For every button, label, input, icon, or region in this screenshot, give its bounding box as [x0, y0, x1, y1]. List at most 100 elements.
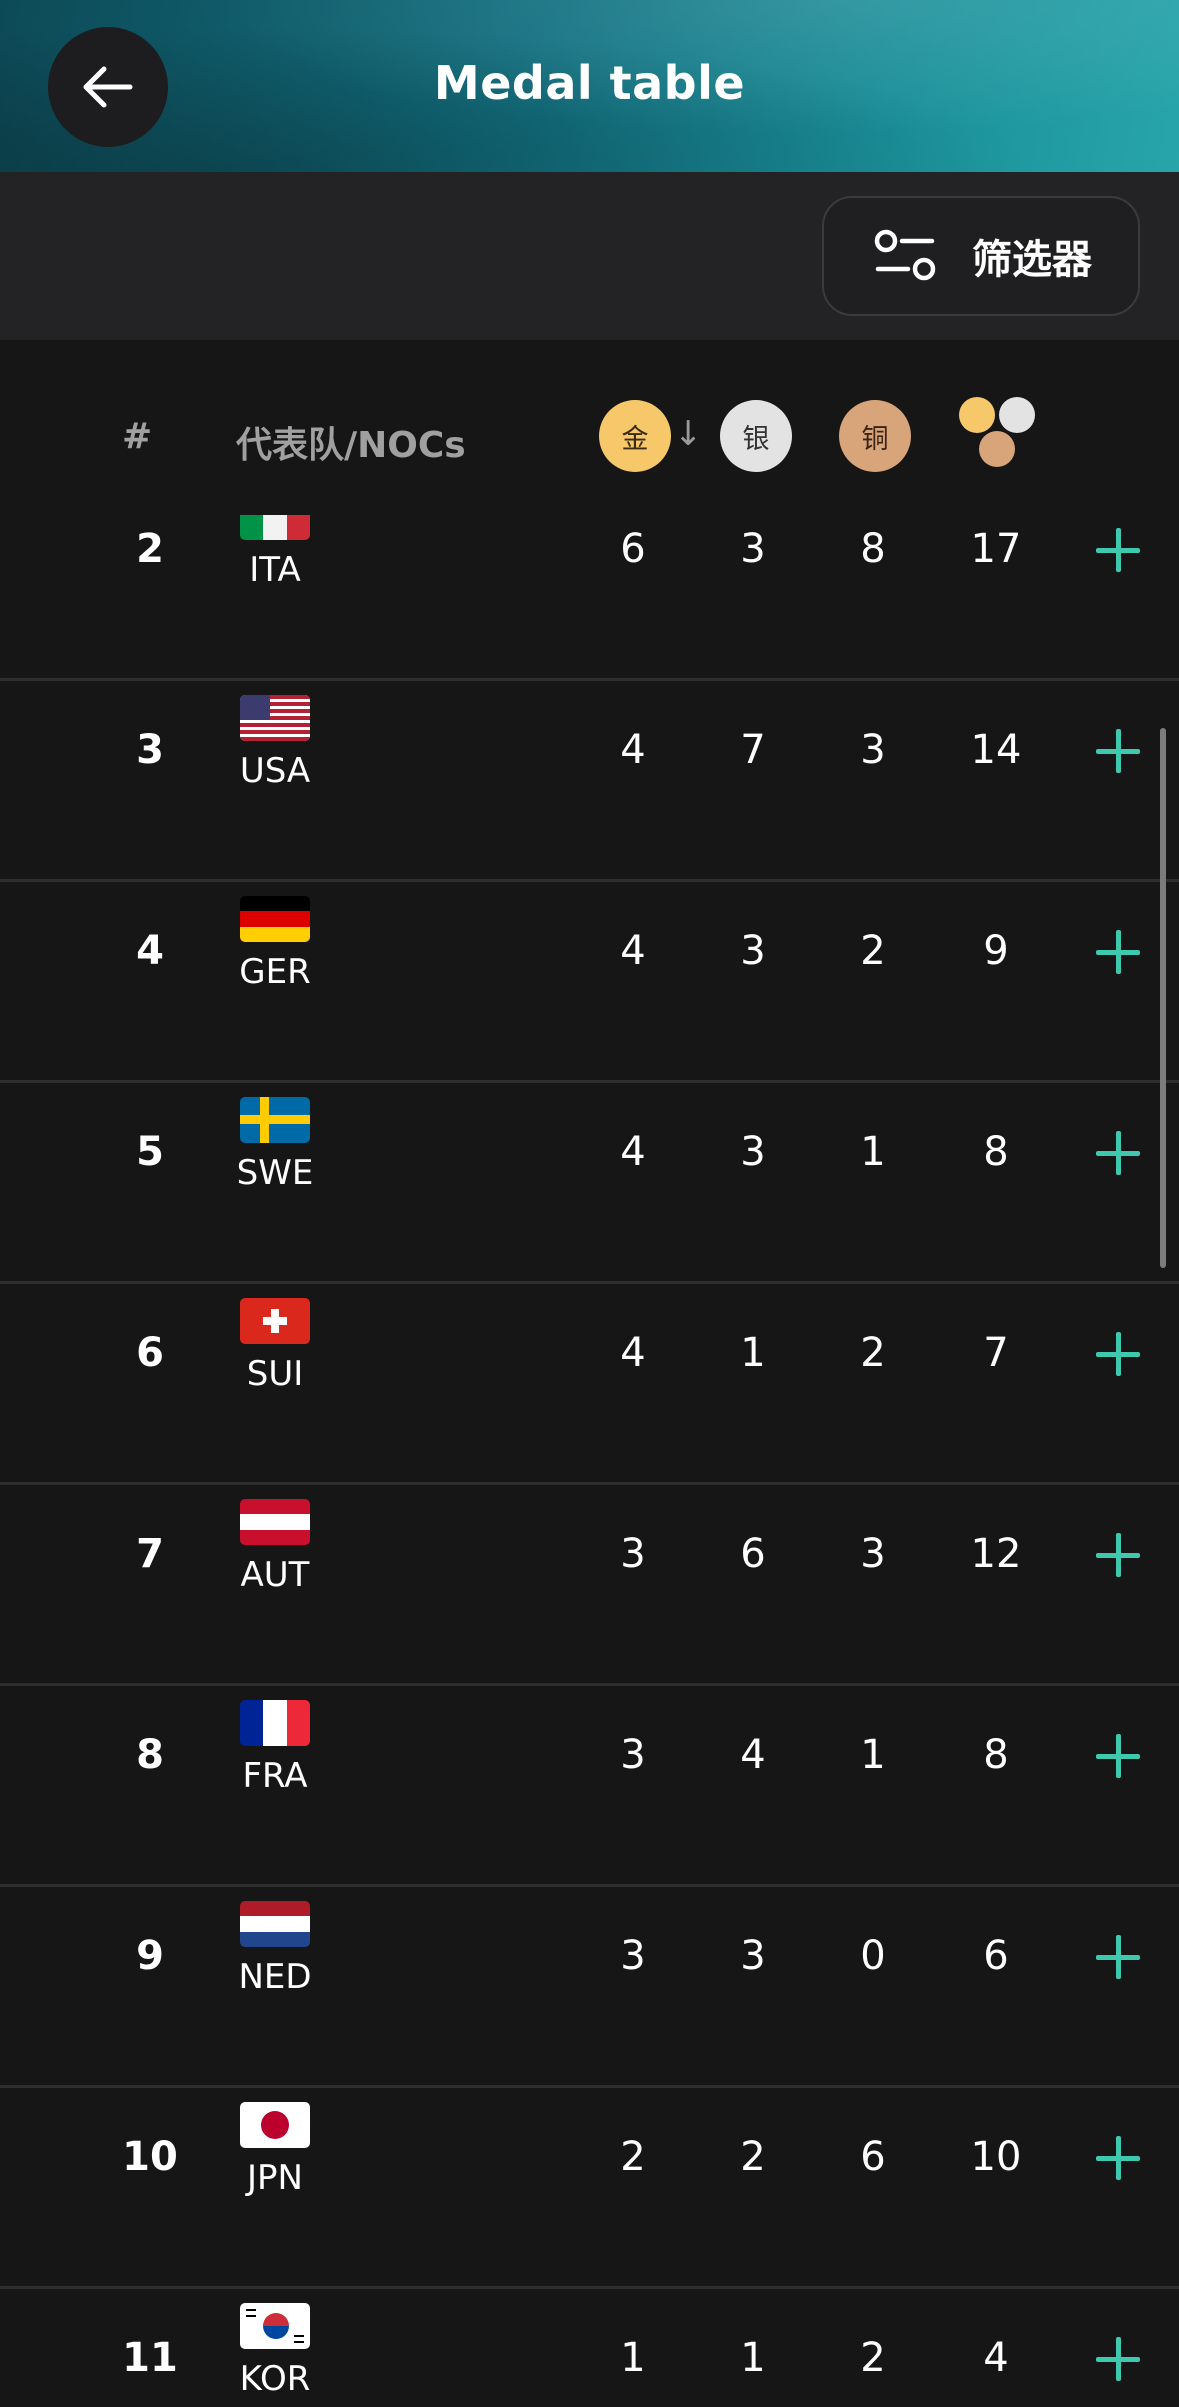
bronze-column-header[interactable]: 铜	[839, 400, 911, 472]
bronze-count: 8	[860, 526, 886, 572]
noc-code: KOR	[239, 2359, 311, 2399]
flag-icon	[240, 695, 310, 741]
bronze-count: 3	[860, 1531, 886, 1577]
bronze-count: 2	[860, 1330, 886, 1376]
silver-count: 2	[740, 2134, 766, 2180]
rank-value: 11	[122, 2335, 178, 2381]
rank-value: 3	[136, 727, 164, 773]
total-count: 14	[970, 727, 1022, 773]
silver-column-header[interactable]: 银	[720, 400, 792, 472]
total-count: 7	[983, 1330, 1009, 1376]
silver-count: 3	[740, 526, 766, 572]
gold-count: 6	[620, 526, 646, 572]
noc-code: SWE	[236, 1153, 314, 1193]
rank-value: 10	[122, 2134, 178, 2180]
expand-plus-icon[interactable]	[1096, 1533, 1140, 1577]
total-count: 17	[970, 526, 1022, 572]
flag-icon	[240, 1901, 310, 1947]
noc-code: GER	[239, 952, 311, 992]
gold-count: 4	[620, 1129, 646, 1175]
bronze-count: 2	[860, 2335, 886, 2381]
expand-plus-icon[interactable]	[1096, 2337, 1140, 2381]
expand-plus-icon[interactable]	[1096, 1935, 1140, 1979]
flag-icon	[240, 1298, 310, 1344]
gold-count: 3	[620, 1531, 646, 1577]
table-row[interactable]: 11 KOR 1 1 2 4	[0, 2289, 1179, 2407]
silver-count: 4	[740, 1732, 766, 1778]
table-row[interactable]: 10 JPN 2 2 6 10	[0, 2088, 1179, 2289]
bronze-count: 0	[860, 1933, 886, 1979]
gold-count: 4	[620, 1330, 646, 1376]
table-row[interactable]: 6 SUI 4 1 2 7	[0, 1284, 1179, 1485]
table-row[interactable]: 8 FRA 3 4 1 8	[0, 1686, 1179, 1887]
bronze-count: 6	[860, 2134, 886, 2180]
expand-plus-icon[interactable]	[1096, 528, 1140, 572]
bronze-count: 2	[860, 928, 886, 974]
gold-count: 3	[620, 1933, 646, 1979]
flag-icon	[240, 1700, 310, 1746]
rank-value: 2	[136, 526, 164, 572]
filter-bar: 筛选器	[0, 172, 1179, 340]
gold-count: 4	[620, 727, 646, 773]
noc-code: FRA	[242, 1756, 308, 1796]
expand-plus-icon[interactable]	[1096, 1332, 1140, 1376]
silver-label: 银	[742, 423, 770, 455]
total-count: 8	[983, 1129, 1009, 1175]
filter-label: 筛选器	[972, 237, 1092, 283]
flag-icon	[240, 2303, 310, 2349]
scrollbar[interactable]	[1160, 728, 1166, 1268]
flag-icon	[240, 1499, 310, 1545]
bronze-count: 1	[860, 1732, 886, 1778]
bronze-count: 1	[860, 1129, 886, 1175]
silver-count: 3	[740, 1933, 766, 1979]
team-column-header: 代表队/NOCs	[236, 425, 466, 466]
header: Medal table	[0, 0, 1179, 172]
noc-code: AUT	[240, 1555, 310, 1595]
noc-code: NED	[238, 1957, 312, 1997]
silver-count: 1	[740, 2335, 766, 2381]
bronze-label: 铜	[861, 423, 889, 455]
arrow-down-icon: ↓	[674, 414, 703, 454]
expand-plus-icon[interactable]	[1096, 729, 1140, 773]
bronze-count: 3	[860, 727, 886, 773]
silver-count: 3	[740, 1129, 766, 1175]
filter-button[interactable]: 筛选器	[822, 196, 1140, 316]
page-title: Medal table	[433, 56, 746, 110]
rank-value: 5	[136, 1129, 164, 1175]
sliders-icon	[874, 229, 936, 281]
noc-code: ITA	[249, 550, 301, 590]
expand-plus-icon[interactable]	[1096, 930, 1140, 974]
gold-label: 金	[621, 423, 649, 455]
noc-code: USA	[239, 751, 311, 791]
noc-code: JPN	[247, 2158, 303, 2198]
total-count: 10	[970, 2134, 1022, 2180]
table-row[interactable]: 7 AUT 3 6 3 12	[0, 1485, 1179, 1686]
total-count: 4	[983, 2335, 1009, 2381]
medal-table: 2 ITA 6 3 8 17 3 USA 4 7 3 14 4 GER 4 3 2 9 5 SWE 4 3 1 8 6 SUI 4 1…	[0, 480, 1179, 2407]
table-row[interactable]: 9 NED 3 3 0 6	[0, 1887, 1179, 2088]
rank-value: 9	[136, 1933, 164, 1979]
rank-value: 4	[136, 928, 164, 974]
total-count: 6	[983, 1933, 1009, 1979]
total-count: 9	[983, 928, 1009, 974]
expand-plus-icon[interactable]	[1096, 1131, 1140, 1175]
noc-code: SUI	[246, 1354, 304, 1394]
total-count: 12	[970, 1531, 1022, 1577]
gold-column-header[interactable]: 金	[599, 400, 671, 472]
rank-value: 6	[136, 1330, 164, 1376]
table-row[interactable]: 3 USA 4 7 3 14	[0, 681, 1179, 882]
table-row[interactable]: 4 GER 4 3 2 9	[0, 882, 1179, 1083]
flag-icon	[240, 1097, 310, 1143]
expand-plus-icon[interactable]	[1096, 2136, 1140, 2180]
gold-count: 3	[620, 1732, 646, 1778]
medals-total-icon[interactable]	[955, 395, 1045, 475]
silver-count: 1	[740, 1330, 766, 1376]
rank-value: 7	[136, 1531, 164, 1577]
rank-value: 8	[136, 1732, 164, 1778]
rank-column-header: #	[122, 416, 153, 457]
gold-count: 1	[620, 2335, 646, 2381]
table-row[interactable]: 5 SWE 4 3 1 8	[0, 1083, 1179, 1284]
gold-count: 4	[620, 928, 646, 974]
expand-plus-icon[interactable]	[1096, 1734, 1140, 1778]
silver-count: 7	[740, 727, 766, 773]
